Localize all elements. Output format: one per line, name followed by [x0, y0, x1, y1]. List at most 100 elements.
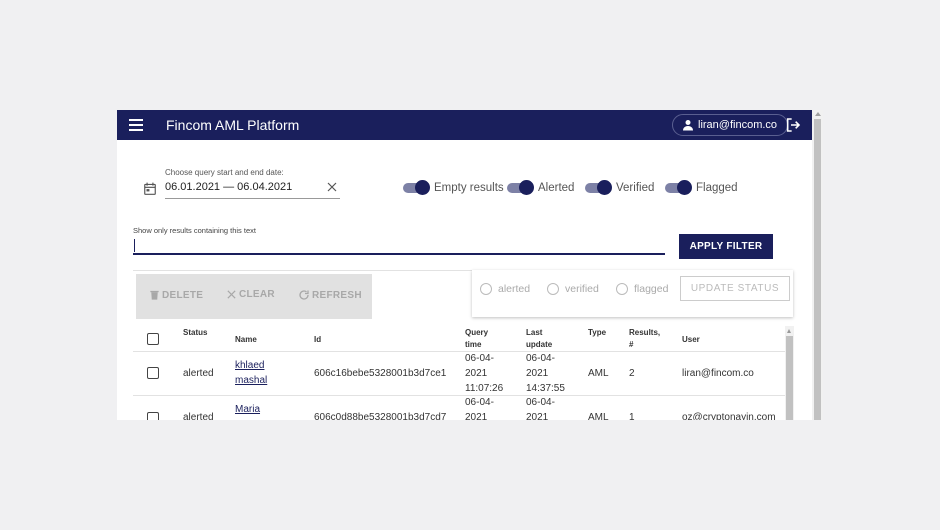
menu-icon[interactable]: [129, 119, 143, 131]
row-last-update: 06-04- 2021: [526, 395, 555, 420]
app-window: Fincom AML Platform liran@fincom.co Choo…: [117, 110, 823, 420]
column-header-user[interactable]: User: [682, 334, 700, 346]
query-date-part: 06-04-: [465, 397, 494, 408]
column-header-id[interactable]: Id: [314, 334, 321, 346]
delete-button[interactable]: DELETE: [149, 289, 203, 301]
toggle-track[interactable]: [403, 180, 430, 195]
user-chip[interactable]: liran@fincom.co: [672, 114, 789, 136]
row-id: 606c0d88be5328001b3d7cd7: [314, 412, 447, 420]
radio-alerted[interactable]: alerted: [480, 283, 530, 295]
column-header-results[interactable]: Results, #: [629, 327, 663, 351]
radio-circle[interactable]: [547, 283, 559, 295]
query-clock: 11:07:26: [465, 383, 504, 394]
table-scrollbar[interactable]: [785, 326, 794, 420]
update-clock: 14:37:55: [526, 383, 565, 394]
toggle-knob[interactable]: [677, 180, 692, 195]
close-icon[interactable]: [326, 181, 338, 193]
scroll-up-arrow-icon[interactable]: [787, 329, 791, 333]
bulk-action-bar: DELETE CLEAR REFRESH: [136, 274, 372, 319]
toggle-label: Flagged: [696, 182, 738, 194]
date-range-label: Choose query start and end date:: [165, 168, 284, 177]
row-id: 606c16bebe5328001b3d7ce1: [314, 368, 447, 379]
radio-flagged[interactable]: flagged: [616, 283, 668, 295]
scrollbar-thumb[interactable]: [786, 336, 793, 420]
update-date-part: 2021: [526, 412, 549, 420]
row-type: AML: [588, 412, 609, 420]
toggle-label: Empty results: [434, 182, 504, 194]
toggle-label: Verified: [616, 182, 655, 194]
column-header-type[interactable]: Type: [588, 327, 606, 339]
person-icon: [683, 120, 693, 131]
column-header-name[interactable]: Name: [235, 334, 257, 346]
delete-label: DELETE: [162, 289, 204, 301]
radio-circle[interactable]: [480, 283, 492, 295]
results-table: Status Name Id Query time Last update Ty…: [133, 324, 794, 420]
radio-label: flagged: [634, 283, 669, 295]
row-user: liran@fincom.co: [682, 368, 754, 379]
row-name[interactable]: Maria: [235, 402, 260, 417]
row-checkbox[interactable]: [147, 412, 159, 420]
app-bar: Fincom AML Platform liran@fincom.co: [117, 110, 812, 140]
trash-icon: [150, 290, 159, 300]
close-icon: [227, 290, 236, 299]
radio-verified[interactable]: verified: [547, 283, 599, 295]
row-checkbox[interactable]: [147, 367, 159, 379]
row-query-time: 06-04- 2021: [465, 395, 494, 420]
row-status: alerted: [183, 412, 214, 420]
row-name-link[interactable]: mashal: [235, 375, 267, 386]
logout-icon[interactable]: [785, 117, 801, 133]
refresh-label: REFRESH: [312, 289, 362, 301]
row-name-link[interactable]: Maria: [235, 404, 260, 415]
text-filter-label: Show only results containing this text: [133, 226, 256, 235]
scrollbar-thumb[interactable]: [814, 119, 821, 420]
toggle-empty-results[interactable]: Empty results: [403, 180, 504, 195]
apply-filter-button[interactable]: APPLY FILTER: [679, 234, 773, 259]
refresh-icon: [299, 290, 309, 300]
update-date-part: 06-04-: [526, 397, 555, 408]
row-status: alerted: [183, 368, 214, 379]
row-results: 1: [629, 412, 635, 420]
text-filter-input[interactable]: [133, 237, 665, 255]
toggle-flagged[interactable]: Flagged: [665, 180, 738, 195]
window-scrollbar[interactable]: [812, 110, 823, 420]
radio-label: verified: [565, 283, 599, 295]
query-date-part: 2021: [465, 412, 488, 420]
query-date-part: 2021: [465, 368, 488, 379]
toggle-label: Alerted: [538, 182, 575, 194]
scroll-up-arrow-icon[interactable]: [815, 112, 821, 116]
toggle-verified[interactable]: Verified: [585, 180, 655, 195]
update-status-button[interactable]: UPDATE STATUS: [680, 276, 790, 301]
row-type: AML: [588, 368, 609, 379]
row-query-time: 06-04- 2021 11:07:26: [465, 351, 503, 396]
toggle-knob[interactable]: [415, 180, 430, 195]
app-title: Fincom AML Platform: [166, 117, 300, 133]
toggle-alerted[interactable]: Alerted: [507, 180, 575, 195]
row-name-link[interactable]: khlaed: [235, 360, 264, 371]
calendar-icon[interactable]: [143, 181, 157, 196]
toggle-track[interactable]: [585, 180, 612, 195]
clear-button[interactable]: CLEAR: [226, 289, 275, 300]
clear-label: CLEAR: [239, 289, 275, 300]
update-date-part: 2021: [526, 368, 549, 379]
column-header-last-update[interactable]: Last update: [526, 327, 560, 351]
toggle-track[interactable]: [507, 180, 534, 195]
column-header-query-time[interactable]: Query time: [465, 327, 495, 351]
query-date-part: 06-04-: [465, 353, 494, 364]
date-range-underline: [165, 198, 340, 199]
update-date-part: 06-04-: [526, 353, 555, 364]
radio-label: alerted: [498, 283, 531, 295]
user-email: liran@fincom.co: [698, 119, 778, 131]
row-results: 2: [629, 368, 635, 379]
header-divider: [133, 351, 785, 352]
select-all-checkbox[interactable]: [147, 333, 159, 345]
toggle-knob[interactable]: [597, 180, 612, 195]
row-divider: [133, 395, 785, 396]
row-name[interactable]: khlaed mashal: [235, 358, 267, 388]
column-header-status[interactable]: Status: [183, 327, 207, 339]
radio-circle[interactable]: [616, 283, 628, 295]
refresh-button[interactable]: REFRESH: [298, 289, 362, 301]
row-last-update: 06-04- 2021 14:37:55: [526, 351, 565, 396]
toggle-knob[interactable]: [519, 180, 534, 195]
toggle-track[interactable]: [665, 180, 692, 195]
date-range-input[interactable]: 06.01.2021 — 06.04.2021: [165, 181, 292, 193]
